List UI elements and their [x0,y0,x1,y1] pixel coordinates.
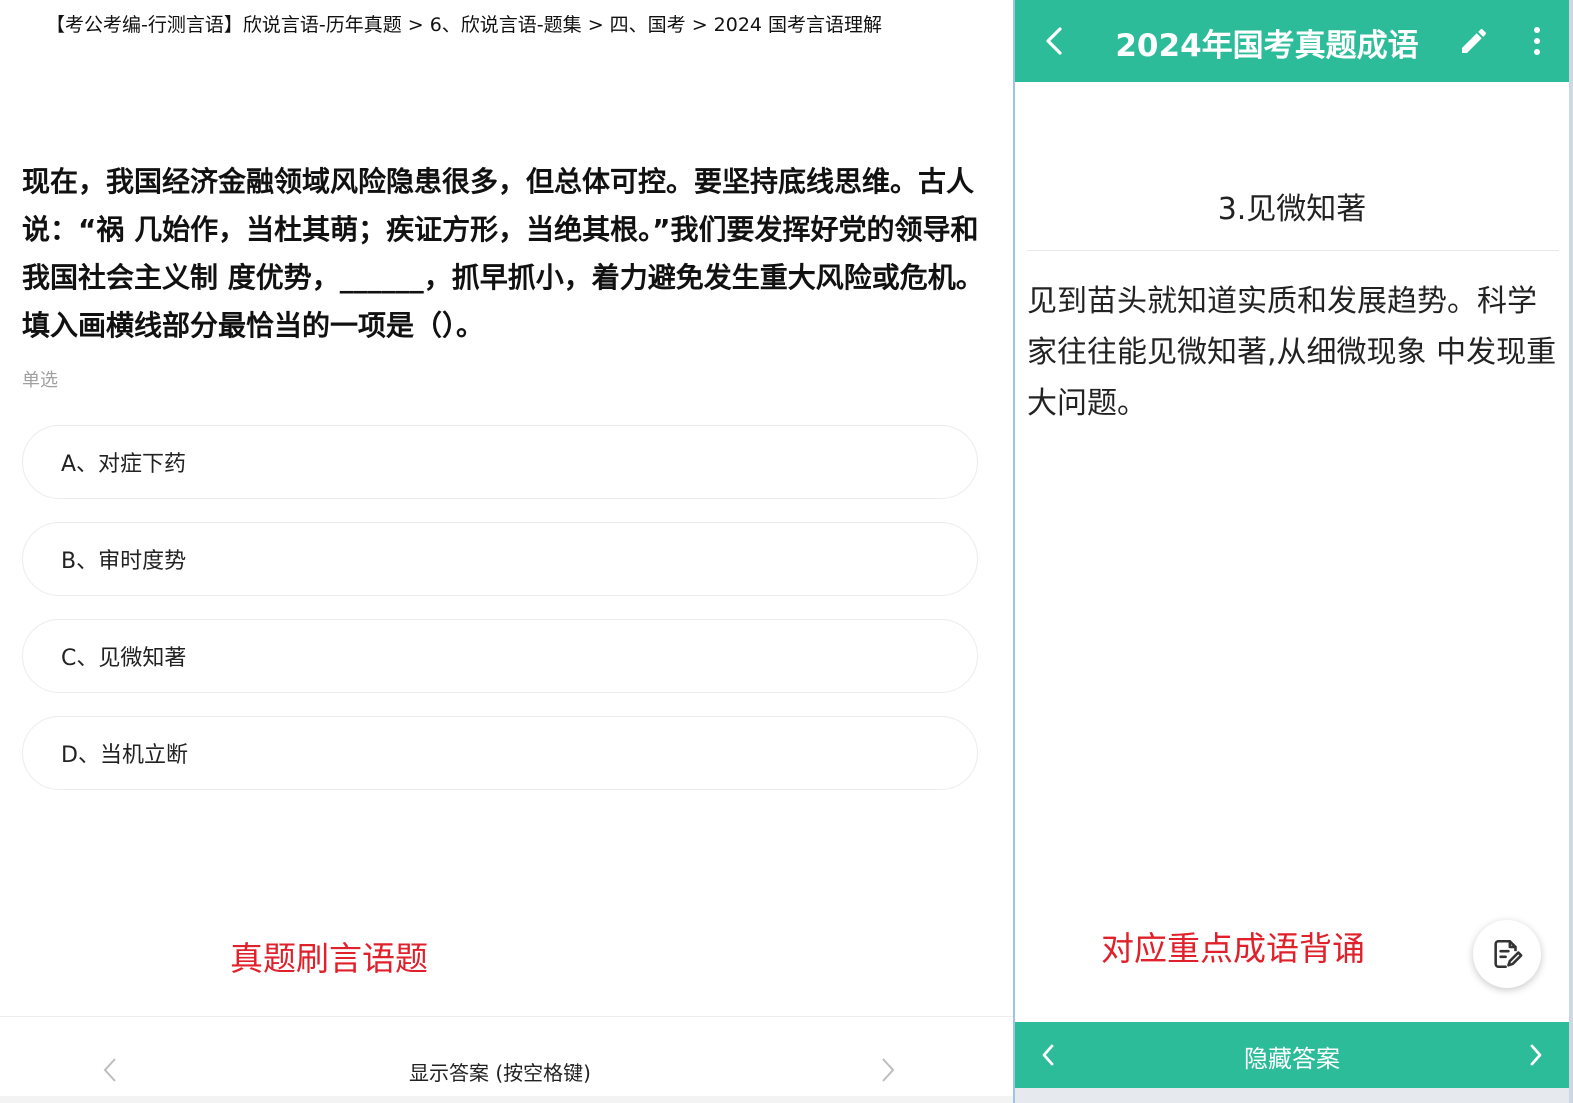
taskbar-sliver [0,1096,1013,1103]
option-a[interactable]: A、对症下药 [22,425,978,499]
option-label: D、当机立断 [61,743,188,768]
flashcard-footer: 隐藏答案 [1015,1022,1569,1088]
option-c[interactable]: C、见微知著 [22,619,978,693]
edit-button[interactable] [1455,22,1493,60]
option-d[interactable]: D、当机立断 [22,716,978,790]
question-text: 现在，我国经济金融领域风险隐患很多，但总体可控。要坚持底线思维。古人说：“祸 几… [22,165,984,342]
back-button[interactable] [1039,24,1069,58]
annotation-right: 对应重点成语背诵 [1101,929,1365,968]
card-separator [1027,250,1559,251]
next-card-button[interactable] [1523,1040,1549,1070]
more-menu-button[interactable] [1525,22,1549,60]
question-type-label: 单选 [22,370,58,391]
idiom-title: 3.见微知著 [1217,192,1367,227]
back-arrow-icon [1046,27,1062,55]
window-bottom-edge [1015,1088,1569,1103]
annotation-left: 真题刷言语题 [230,939,428,978]
idiom-definition: 见到苗头就知道实质和发展趋势。科学家往往能见微知著,从细微现象 中发现重大问题。 [1027,284,1557,421]
deck-title: 2024年国考真题成语 [1115,28,1419,64]
more-vertical-icon [1534,27,1540,55]
show-answer-button[interactable]: 显示答案 (按空格键) [350,1057,650,1086]
option-label: A、对症下药 [61,452,187,477]
breadcrumb[interactable]: 【考公考编-行测言语】欣说言语-历年真题 > 6、欣说言语-题集 > 四、国考 … [46,10,882,37]
chevron-right-icon [882,1058,895,1082]
next-question-button[interactable] [876,1055,900,1085]
prev-question-button[interactable] [98,1055,122,1085]
note-fab-button[interactable] [1473,920,1541,988]
chevron-left-icon [1042,1044,1054,1066]
chevron-right-icon [1530,1044,1542,1066]
option-label: B、审时度势 [61,549,187,574]
note-edit-icon [1494,939,1523,969]
chevron-left-icon [103,1058,116,1082]
hide-answer-button[interactable]: 隐藏答案 [1167,1039,1417,1074]
flashcard-pane: 2024年国考真题成语 3.见微知著 见到苗头就知道实质和发展趋势。科学家往往能… [1015,0,1573,1103]
question-pane: 【考公考编-行测言语】欣说言语-历年真题 > 6、欣说言语-题集 > 四、国考 … [0,0,1013,1103]
pencil-icon [1462,28,1487,53]
question-footer: 显示答案 (按空格键) [0,1016,1013,1103]
option-label: C、见微知著 [61,646,187,671]
flashcard-header: 2024年国考真题成语 [1015,0,1569,82]
prev-card-button[interactable] [1035,1040,1061,1070]
option-b[interactable]: B、审时度势 [22,522,978,596]
